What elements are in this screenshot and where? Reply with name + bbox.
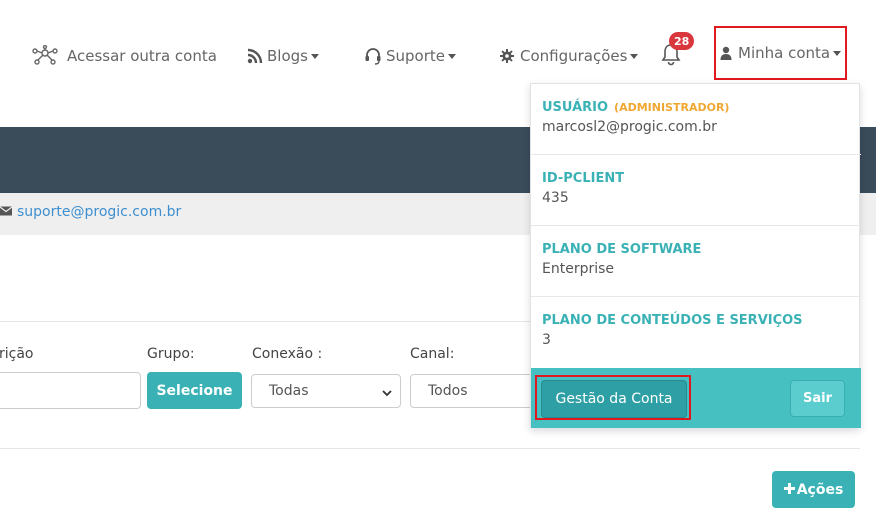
access-other-account-link[interactable]: Acessar outra conta: [31, 44, 217, 68]
blogs-label: Blogs: [267, 47, 308, 65]
chevron-down-icon: [630, 53, 639, 59]
connection-filter-label: Conexão :: [252, 346, 323, 362]
user-label-text: USUÁRIO: [542, 100, 609, 115]
chevron-down-icon: [448, 53, 457, 59]
plus-icon: [783, 482, 795, 498]
support-menu[interactable]: Suporte: [364, 44, 457, 68]
content-plan-section: PLANO DE CONTEÚDOS E SERVIÇOS 3: [531, 297, 861, 368]
channel-select-value: Todos: [428, 383, 468, 399]
access-other-account-label: Acessar outra conta: [67, 47, 217, 65]
user-label: USUÁRIO (ADMINISTRADOR): [542, 100, 729, 115]
network-icon: [31, 45, 59, 67]
connection-select-value: Todas: [269, 383, 309, 399]
my-account-menu[interactable]: Minha conta: [714, 26, 847, 80]
user-role: (ADMINISTRADOR): [614, 101, 730, 114]
software-plan-label: PLANO DE SOFTWARE: [542, 242, 702, 257]
support-label: Suporte: [386, 47, 446, 65]
group-select-button[interactable]: Selecione: [147, 372, 242, 409]
connection-select[interactable]: Todas: [251, 374, 401, 408]
description-filter-label: rição: [0, 346, 34, 362]
dropdown-footer: Gestão da Conta Sair: [531, 368, 861, 428]
client-id-value: 435: [542, 190, 569, 206]
actions-label: Ações: [796, 481, 844, 498]
gear-icon: [500, 49, 514, 63]
software-plan-value: Enterprise: [542, 261, 615, 277]
notification-count-badge: 28: [669, 32, 695, 50]
divider: [0, 448, 860, 449]
chevron-down-icon: [381, 386, 393, 402]
chevron-down-icon: [310, 53, 319, 59]
content-plan-label: PLANO DE CONTEÚDOS E SERVIÇOS: [542, 313, 803, 328]
content-plan-value: 3: [542, 332, 551, 348]
client-section: ID-PCLIENT 435: [531, 155, 861, 226]
support-email-link[interactable]: suporte@progic.com.br: [0, 204, 181, 220]
blogs-menu[interactable]: Blogs: [246, 44, 319, 68]
chevron-down-icon: [833, 50, 842, 56]
settings-label: Configurações: [520, 47, 628, 65]
logout-button[interactable]: Sair: [790, 380, 845, 417]
support-email-label: suporte@progic.com.br: [17, 204, 182, 220]
account-dropdown: USUÁRIO (ADMINISTRADOR) marcosl2@progic.c…: [530, 83, 861, 428]
user-icon: [720, 46, 732, 60]
headset-icon: [364, 47, 382, 65]
highlight-box: [535, 375, 691, 420]
client-id-label: ID-PCLIENT: [542, 171, 625, 186]
group-filter-label: Grupo:: [147, 346, 195, 362]
description-input[interactable]: [0, 372, 141, 409]
settings-menu[interactable]: Configurações: [500, 44, 639, 68]
rss-icon: [246, 47, 264, 65]
channel-select[interactable]: Todos: [410, 374, 535, 408]
software-plan-section: PLANO DE SOFTWARE Enterprise: [531, 226, 861, 297]
actions-button[interactable]: Ações: [772, 471, 855, 508]
user-email: marcosl2@progic.com.br: [542, 119, 717, 135]
channel-filter-label: Canal:: [410, 346, 455, 362]
user-section: USUÁRIO (ADMINISTRADOR) marcosl2@progic.c…: [531, 84, 861, 155]
my-account-label: Minha conta: [738, 44, 831, 62]
envelope-icon: [0, 204, 13, 220]
